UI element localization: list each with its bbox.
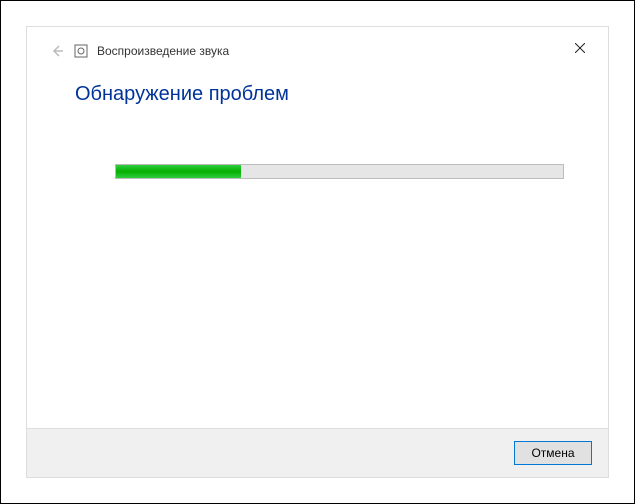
close-button[interactable] <box>564 36 596 60</box>
cancel-button[interactable]: Отмена <box>514 441 592 465</box>
window-title: Воспроизведение звука <box>97 44 564 58</box>
progress-bar <box>115 164 564 179</box>
troubleshooter-icon <box>73 43 89 59</box>
arrow-left-icon <box>49 43 65 59</box>
back-button <box>45 43 69 59</box>
titlebar: Воспроизведение звука <box>27 27 608 65</box>
progress-fill <box>116 165 241 178</box>
page-heading: Обнаружение проблем <box>75 83 568 106</box>
troubleshooter-dialog: Воспроизведение звука Обнаружение пробле… <box>26 26 609 478</box>
close-icon <box>575 43 585 53</box>
content-area: Обнаружение проблем <box>27 65 608 428</box>
dialog-footer: Отмена <box>27 428 608 477</box>
progress-container <box>115 164 564 179</box>
